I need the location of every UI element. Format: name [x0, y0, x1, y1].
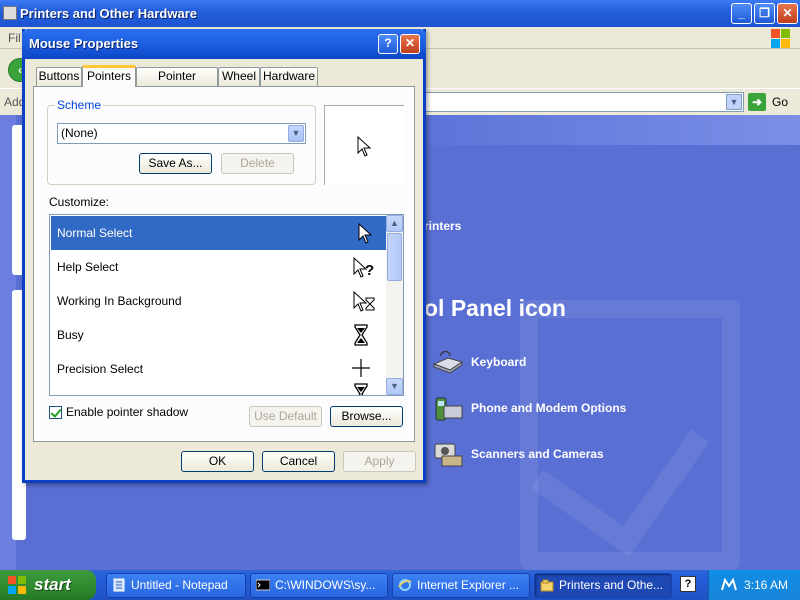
content-header	[424, 115, 800, 145]
scheme-selected-value: (None)	[61, 126, 98, 140]
use-default-button[interactable]: Use Default	[249, 406, 322, 427]
folder-icon	[3, 6, 17, 20]
tab-wheel[interactable]: Wheel	[218, 67, 260, 86]
printers-link[interactable]: rinters	[424, 219, 461, 233]
minimize-button[interactable]: _	[731, 3, 752, 24]
background-window-title: Printers and Other Hardware	[20, 6, 197, 21]
taskbar-item-label: Internet Explorer ...	[417, 578, 520, 592]
control-panel-item-keyboard[interactable]: Keyboard	[432, 348, 526, 376]
phone-icon	[432, 394, 464, 422]
customize-label: Customize:	[49, 195, 110, 209]
enable-pointer-shadow-label: Enable pointer shadow	[66, 405, 189, 419]
chevron-down-icon[interactable]: ▼	[288, 125, 304, 142]
background-title-bar: Printers and Other Hardware _ ❐ ✕	[0, 0, 800, 27]
scroll-thumb[interactable]	[387, 233, 402, 281]
go-button[interactable]: ➜ Go	[748, 93, 798, 111]
control-panel-heading: ol Panel icon	[424, 295, 566, 321]
hourglass-icon	[354, 324, 368, 346]
help-button[interactable]: ?	[378, 34, 398, 54]
scheme-legend: Scheme	[55, 98, 104, 112]
scanner-icon	[432, 440, 464, 468]
tab-buttons[interactable]: Buttons	[36, 67, 82, 86]
windows-logo-icon	[8, 576, 28, 594]
cursor-list[interactable]: Normal Select Help Select ? Working In B…	[49, 214, 404, 396]
scroll-up-button[interactable]: ▲	[386, 215, 403, 232]
start-label: start	[34, 575, 71, 594]
enable-pointer-shadow-checkbox[interactable]	[49, 405, 62, 419]
mouse-properties-dialog: Mouse Properties ? ✕ Buttons Pointers Po…	[22, 29, 426, 483]
scroll-down-button[interactable]: ▼	[386, 378, 403, 395]
arrow-cursor-icon	[357, 136, 372, 157]
list-item-busy[interactable]: Busy	[51, 318, 386, 352]
address-input[interactable]: ▼	[424, 92, 744, 112]
apply-button[interactable]: Apply	[343, 451, 416, 472]
taskbar-item-command-prompt[interactable]: C:\WINDOWS\sy...	[250, 573, 388, 598]
folder-icon	[540, 579, 554, 592]
working-cursor-icon	[353, 290, 375, 312]
browse-button[interactable]: Browse...	[330, 406, 403, 427]
system-tray: 3:16 AM	[708, 570, 800, 600]
tab-hardware[interactable]: Hardware	[260, 67, 318, 86]
control-panel-item-phone-modem[interactable]: Phone and Modem Options	[432, 394, 626, 422]
tab-pointers[interactable]: Pointers	[82, 65, 136, 87]
taskbar-item-internet-explorer[interactable]: Internet Explorer ...	[392, 573, 530, 598]
dialog-close-button[interactable]: ✕	[400, 34, 420, 54]
ie-icon	[398, 579, 412, 591]
arrow-cursor-icon	[358, 222, 373, 244]
list-item-label: Precision Select	[57, 362, 144, 376]
network-icon[interactable]	[721, 578, 737, 592]
taskbar-item-notepad[interactable]: Untitled - Notepad	[106, 573, 246, 598]
save-as-button[interactable]: Save As...	[139, 153, 212, 174]
menu-file[interactable]: Fil	[8, 31, 21, 45]
pointers-tab-panel: Scheme (None) ▼ Save As... Delete Custom…	[33, 86, 415, 442]
list-item-label: Busy	[57, 328, 84, 342]
help-cursor-icon: ?	[353, 256, 374, 279]
keyboard-icon	[432, 348, 464, 376]
start-button[interactable]: start	[0, 570, 96, 600]
windows-logo-icon	[770, 28, 790, 48]
list-item-working-in-background[interactable]: Working In Background	[51, 284, 386, 318]
taskbar-item-label: C:\WINDOWS\sy...	[275, 578, 376, 592]
tab-pointer-options[interactable]: Pointer Options	[136, 67, 218, 100]
control-panel-item-scanners-cameras[interactable]: Scanners and Cameras	[432, 440, 604, 468]
go-arrow-icon: ➜	[748, 93, 766, 111]
enable-pointer-shadow-row[interactable]: Enable pointer shadow	[49, 405, 188, 419]
list-item-label: Normal Select	[57, 226, 133, 240]
taskbar-item-printers[interactable]: Printers and Othe...	[534, 573, 672, 598]
keyboard-label: Keyboard	[471, 355, 527, 369]
vertical-scrollbar[interactable]: ▲ ▼	[386, 215, 403, 395]
list-item-partial[interactable]	[51, 377, 386, 395]
dialog-title-bar[interactable]: Mouse Properties ? ✕	[22, 29, 426, 59]
help-icon[interactable]: ?	[680, 576, 696, 592]
notepad-icon	[113, 578, 125, 592]
svg-text:?: ?	[365, 262, 374, 279]
phone-modem-label: Phone and Modem Options	[471, 401, 627, 415]
taskbar-item-label: Untitled - Notepad	[131, 578, 228, 592]
scheme-select[interactable]: (None) ▼	[57, 123, 306, 144]
cmd-icon	[256, 579, 270, 591]
scanners-cameras-label: Scanners and Cameras	[471, 447, 604, 461]
clock[interactable]: 3:16 AM	[744, 578, 788, 592]
close-button[interactable]: ✕	[777, 3, 798, 24]
ok-button[interactable]: OK	[181, 451, 254, 472]
list-item-help-select[interactable]: Help Select ?	[51, 250, 386, 284]
list-item-label: Working In Background	[57, 294, 182, 308]
cancel-button[interactable]: Cancel	[262, 451, 335, 472]
delete-button[interactable]: Delete	[221, 153, 294, 174]
taskbar: start Untitled - Notepad C:\WINDOWS\sy..…	[0, 570, 800, 600]
list-item-normal-select[interactable]: Normal Select	[51, 216, 386, 250]
list-item-label: Help Select	[57, 260, 119, 274]
go-label: Go	[772, 95, 789, 109]
hourglass-icon	[354, 383, 368, 395]
chevron-down-icon[interactable]: ▼	[726, 94, 742, 110]
cursor-preview	[324, 105, 404, 185]
scheme-group: Scheme (None) ▼ Save As... Delete	[47, 98, 316, 185]
dialog-title: Mouse Properties	[29, 36, 139, 51]
maximize-button[interactable]: ❐	[754, 3, 775, 24]
taskbar-item-label: Printers and Othe...	[559, 578, 664, 592]
